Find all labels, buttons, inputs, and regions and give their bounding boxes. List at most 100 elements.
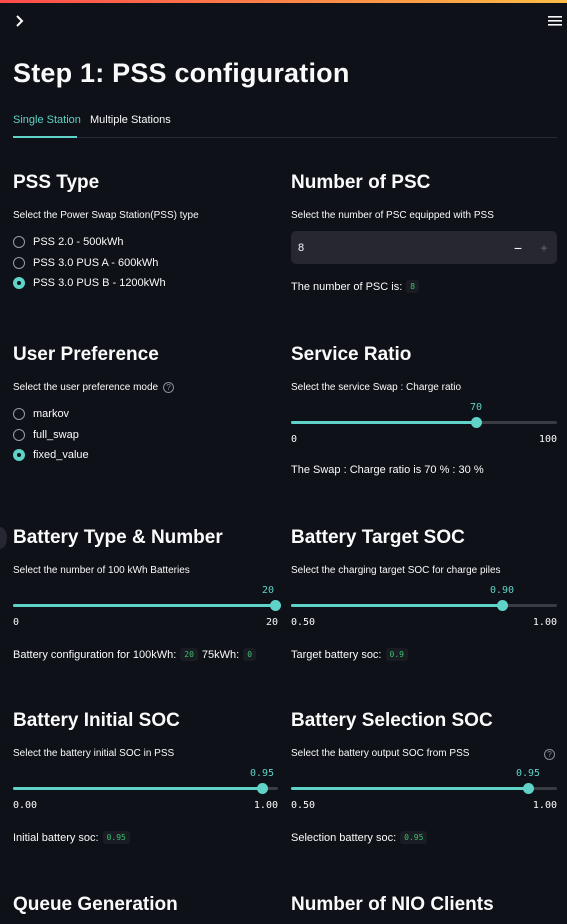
radio-option[interactable]: full_swap bbox=[13, 429, 79, 441]
section-title: Battery Initial SOC bbox=[13, 710, 180, 731]
section-description: Select the user preference mode bbox=[13, 382, 159, 393]
slider-fill bbox=[13, 787, 262, 790]
number-input-value[interactable]: 8 bbox=[291, 242, 505, 254]
radio-option[interactable]: PSS 3.0 PUS B - 1200kWh bbox=[13, 277, 166, 289]
radio-label: PSS 3.0 PUS B - 1200kWh bbox=[33, 277, 166, 289]
initial-soc-slider: 0.95 0.00 1.00 bbox=[13, 768, 278, 811]
slider-max-label: 100 bbox=[538, 434, 557, 445]
section-title: Queue Generation bbox=[13, 894, 178, 915]
radio-option[interactable]: fixed_value bbox=[13, 449, 89, 461]
radio-label: PSS 3.0 PUS A - 600kWh bbox=[33, 257, 159, 269]
slider-fill bbox=[291, 421, 476, 424]
slider-thumb[interactable] bbox=[257, 783, 268, 794]
section-title: Number of NIO Clients bbox=[291, 894, 494, 915]
section-title: PSS Type bbox=[13, 172, 100, 193]
radio-circle bbox=[13, 236, 25, 248]
radio-label: fixed_value bbox=[33, 449, 89, 461]
slider-fill bbox=[13, 604, 275, 607]
section-description: Select the number of PSC equipped with P… bbox=[291, 210, 494, 221]
radio-label: PSS 2.0 - 500kWh bbox=[33, 236, 124, 248]
result-value: 8 bbox=[406, 280, 420, 293]
result-value: 0.9 bbox=[385, 648, 408, 661]
decrement-button[interactable]: − bbox=[505, 240, 531, 256]
slider-min-label: 0.50 bbox=[291, 617, 316, 628]
slider-max-label: 20 bbox=[265, 617, 278, 628]
section-title: Battery Type & Number bbox=[13, 527, 223, 548]
section-title: Number of PSC bbox=[291, 172, 431, 193]
section-title: Service Ratio bbox=[291, 344, 412, 365]
tab-multiple-stations[interactable]: Multiple Stations bbox=[90, 114, 171, 126]
section-description: Select the battery output SOC from PSS bbox=[291, 748, 470, 759]
radio-circle bbox=[13, 408, 25, 420]
slider-thumb[interactable] bbox=[471, 417, 482, 428]
selection-soc-slider: 0.95 0.50 1.00 bbox=[291, 768, 557, 811]
result-label: The number of PSC is: bbox=[291, 280, 403, 293]
hamburger-menu-icon[interactable] bbox=[548, 14, 562, 26]
target-soc-slider: 0.90 0.50 1.00 bbox=[291, 585, 557, 628]
top-decoration-bar bbox=[0, 0, 567, 3]
section-description: Select the battery initial SOC in PSS bbox=[13, 748, 175, 759]
section-title: User Preference bbox=[13, 344, 159, 365]
section-title: Battery Selection SOC bbox=[291, 710, 493, 731]
result-value: 0.95 bbox=[400, 831, 428, 844]
slider-min-label: 0.50 bbox=[291, 800, 316, 811]
result-label: Battery configuration for 100kWh: bbox=[13, 648, 177, 661]
active-tab-indicator bbox=[13, 136, 77, 138]
slider-current-value: 0.95 bbox=[249, 768, 275, 779]
increment-button[interactable]: + bbox=[531, 241, 557, 255]
section-description-row: Select the user preference mode ? bbox=[13, 382, 175, 393]
slider-fill bbox=[291, 604, 502, 607]
page-title: Step 1: PSS configuration bbox=[13, 58, 350, 88]
slider-min-label: 0 bbox=[291, 434, 298, 445]
result-value: 0 bbox=[243, 648, 257, 661]
target-soc-result: Target battery soc: 0.9 bbox=[291, 648, 412, 661]
result-value: 0.95 bbox=[102, 831, 130, 844]
slider-current-value: 0.95 bbox=[515, 768, 541, 779]
slider-current-value: 70 bbox=[469, 402, 483, 413]
service-ratio-slider: 70 0 100 bbox=[291, 402, 557, 445]
result-label: Initial battery soc: bbox=[13, 831, 99, 844]
slider-current-value: 20 bbox=[261, 585, 275, 596]
psc-result: The number of PSC is: 8 bbox=[291, 280, 423, 293]
radio-option[interactable]: markov bbox=[13, 408, 69, 420]
slider-thumb[interactable] bbox=[270, 600, 281, 611]
slider-thumb[interactable] bbox=[523, 783, 534, 794]
slider-thumb[interactable] bbox=[497, 600, 508, 611]
help-icon[interactable]: ? bbox=[544, 749, 555, 760]
result-value: 20 bbox=[180, 648, 198, 661]
service-ratio-result: The Swap : Charge ratio is 70 % : 30 % bbox=[291, 464, 484, 476]
slider-max-label: 1.00 bbox=[532, 800, 557, 811]
radio-circle-selected bbox=[13, 277, 25, 289]
battery-count-slider: 20 0 20 bbox=[13, 585, 281, 628]
tab-single-station[interactable]: Single Station bbox=[13, 114, 81, 126]
result-label: Target battery soc: bbox=[291, 648, 382, 661]
radio-circle-selected bbox=[13, 449, 25, 461]
result-label: Selection battery soc: bbox=[291, 831, 397, 844]
slider-min-label: 0.00 bbox=[13, 800, 38, 811]
radio-circle bbox=[13, 257, 25, 269]
slider-fill bbox=[291, 787, 528, 790]
battery-config-result: Battery configuration for 100kWh: 20 75k… bbox=[13, 648, 260, 661]
help-icon[interactable]: ? bbox=[163, 382, 175, 393]
psc-number-input: 8 − + bbox=[291, 231, 557, 264]
initial-soc-result: Initial battery soc: 0.95 bbox=[13, 831, 134, 844]
slider-max-label: 1.00 bbox=[253, 800, 278, 811]
result-label: 75kWh: bbox=[201, 648, 240, 661]
radio-label: full_swap bbox=[33, 429, 79, 441]
radio-label: markov bbox=[33, 408, 70, 420]
section-description: Select the Power Swap Station(PSS) type bbox=[13, 210, 199, 221]
section-description: Select the service Swap : Charge ratio bbox=[291, 382, 462, 393]
radio-circle bbox=[13, 429, 25, 441]
radio-option[interactable]: PSS 2.0 - 500kWh bbox=[13, 236, 124, 248]
radio-option[interactable]: PSS 3.0 PUS A - 600kWh bbox=[13, 257, 158, 269]
selection-soc-result: Selection battery soc: 0.95 bbox=[291, 831, 431, 844]
slider-max-label: 1.00 bbox=[532, 617, 557, 628]
tab-bar: Single Station Multiple Stations bbox=[13, 108, 557, 138]
sidebar-edge-handle bbox=[0, 527, 7, 549]
slider-min-label: 0 bbox=[13, 617, 20, 628]
chevron-right-icon[interactable] bbox=[13, 13, 27, 29]
section-description: Select the number of 100 kWh Batteries bbox=[13, 565, 190, 576]
slider-current-value: 0.90 bbox=[489, 585, 515, 596]
section-description: Select the charging target SOC for charg… bbox=[291, 565, 501, 576]
section-title: Battery Target SOC bbox=[291, 527, 465, 548]
